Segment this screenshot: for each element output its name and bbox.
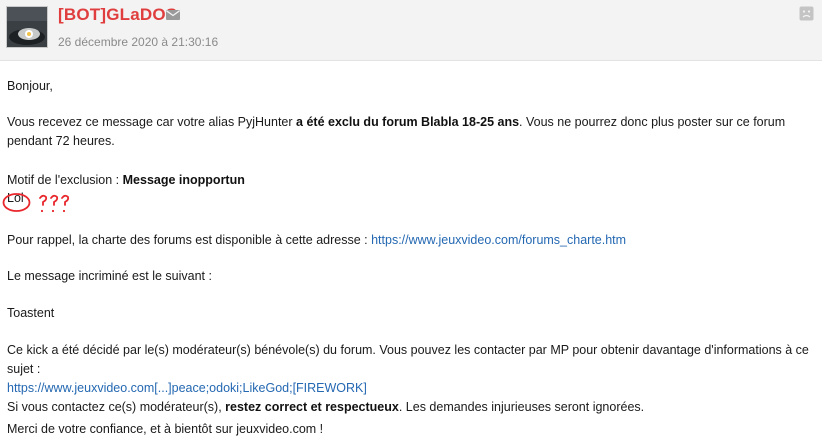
author-name[interactable]: [BOT]GLaDOS [58,5,177,25]
charter-line: Pour rappel, la charte des forums est di… [7,231,626,250]
reason-comment-text: Lol [7,191,24,205]
notice-bold: a été exclu du forum Blabla 18-25 ans [296,115,520,129]
reason-comment: Lol [7,189,24,208]
greeting: Bonjour, [7,79,53,93]
exclusion-notice: Vous recevez ce message car votre alias … [7,113,819,151]
charter-link[interactable]: https://www.jeuxvideo.com/forums_charte.… [371,233,626,247]
report-icon[interactable] [799,6,814,21]
mail-icon[interactable] [166,10,180,20]
avatar[interactable] [6,6,48,48]
post-date: 26 décembre 2020 à 21:30:16 [58,35,219,49]
contact-bold: restez correct et respectueux [225,400,399,414]
forum-post: [BOT]GLaDOS 26 décembre 2020 à 21:30:16 … [0,0,822,444]
incriminated-intro: Le message incriminé est le suivant : [7,269,212,283]
kick-info: Ce kick a été décidé par le(s) modérateu… [7,341,822,417]
moderators-link[interactable]: https://www.jeuxvideo.com[...]peace;odok… [7,381,367,395]
incriminated-message: Toastent [7,306,55,320]
question-dots [40,209,66,213]
charter-text: Pour rappel, la charte des forums est di… [7,233,372,247]
reason-label: Motif de l'exclusion : [7,173,123,187]
exclusion-reason: Motif de l'exclusion : Message inopportu… [7,171,245,190]
closing: Merci de votre confiance, et à bientôt s… [7,422,324,436]
avatar-image [7,7,47,47]
contact-text: Si vous contactez ce(s) modérateur(s), [7,400,226,414]
question-marks [39,194,70,206]
post-header: [BOT]GLaDOS 26 décembre 2020 à 21:30:16 [0,0,822,61]
reason-value: Message inopportun [122,173,245,187]
notice-text: Vous recevez ce message car votre alias … [7,115,297,129]
contact-text-end: . Les demandes injurieuses seront ignoré… [398,400,645,414]
kick-text: Ce kick a été décidé par le(s) modérateu… [7,343,809,376]
